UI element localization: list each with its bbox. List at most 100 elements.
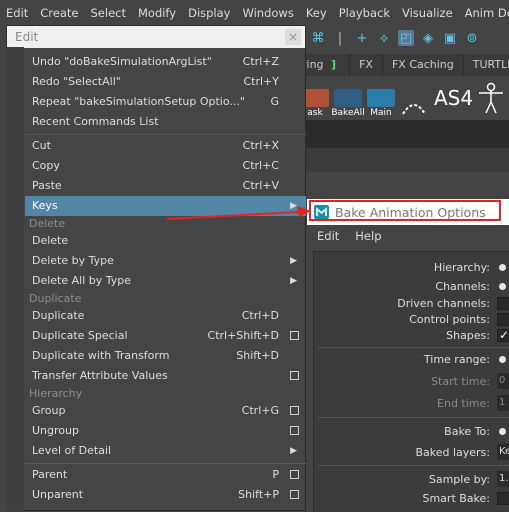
snap-curve-icon[interactable]: ⟡ (376, 30, 392, 46)
submenu-arrow-icon: ▶ (290, 446, 297, 456)
snap-view-icon[interactable]: ▣ (442, 30, 458, 46)
edit-menu-titlebar[interactable]: Edit × (7, 26, 305, 48)
snap-divider-icon: | (337, 30, 343, 46)
menu-item-duplicate-special[interactable]: Duplicate Special Ctrl+Shift+D (25, 326, 306, 346)
viewport-header (300, 148, 509, 172)
snap-plus-icon[interactable]: + (354, 30, 370, 46)
menu-item-recent-commands[interactable]: Recent Commands List (25, 112, 306, 132)
shapes-checkbox[interactable] (497, 327, 509, 343)
menu-display[interactable]: Display (184, 6, 234, 20)
driven-channels-checkbox[interactable] (497, 297, 509, 310)
bake-to-row: Bake To: (314, 424, 509, 440)
status-toolbar: ⌘ | + ⟡ ◰ ◈ ▣ ⊚ (300, 25, 509, 51)
menu-item-delete-all-by-type[interactable]: Delete All by Type ▶ (25, 271, 306, 291)
menu-item-copy[interactable]: Copy Ctrl+C (25, 156, 306, 176)
bake-animation-options-window: Bake Animation Options Edit Help Hierarc… (307, 199, 509, 512)
control-points-checkbox[interactable] (497, 313, 509, 326)
section-hierarchy: Hierarchy (29, 387, 83, 400)
edit-menu-title: Edit (15, 30, 39, 44)
bake-window-title: Bake Animation Options (335, 204, 486, 220)
option-box-icon[interactable] (290, 406, 299, 415)
menu-item-parent[interactable]: Parent P (25, 465, 306, 485)
menu-item-duplicate[interactable]: Duplicate Ctrl+D (25, 306, 306, 326)
main-menubar: Edit Create Select Modify Display Window… (0, 0, 509, 25)
panel-divider (318, 417, 509, 418)
time-range-radio[interactable] (499, 356, 506, 363)
panel-divider (318, 347, 509, 348)
menu-item-level-of-detail[interactable]: Level of Detail ▶ (25, 441, 306, 461)
option-box-icon[interactable] (290, 426, 299, 435)
snap-point-icon[interactable]: ◈ (420, 30, 436, 46)
control-points-row: Control points: (314, 312, 509, 328)
menu-divider (25, 463, 306, 464)
menu-visualize[interactable]: Visualize (398, 6, 457, 20)
submenu-arrow-icon: ▶ (290, 201, 297, 211)
shelf-tab-fx[interactable]: FX (350, 54, 383, 76)
menu-key[interactable]: Key (302, 6, 331, 20)
option-box-icon[interactable] (290, 470, 299, 479)
menu-item-paste[interactable]: Paste Ctrl+V (25, 176, 306, 196)
hierarchy-radio[interactable] (499, 264, 506, 271)
option-box-icon[interactable] (290, 331, 299, 340)
curve-arc-icon[interactable] (399, 86, 429, 118)
menu-divider (25, 134, 306, 135)
bake-to-radio[interactable] (499, 428, 506, 435)
sample-by-field[interactable]: 1.0 (497, 471, 509, 487)
menu-item-ungroup[interactable]: Ungroup (25, 421, 306, 441)
baked-layers-row: Baked layers: Ke (415, 444, 509, 460)
option-box-icon[interactable] (290, 371, 299, 380)
bake-options-panel: Hierarchy: Channels: Driven channels: Co… (313, 251, 509, 512)
menu-item-duplicate-with-transform[interactable]: Duplicate with Transform Shift+D (25, 346, 306, 366)
menu-item-group[interactable]: Group Ctrl+G (25, 401, 306, 421)
magnet-icon[interactable]: ⌘ (310, 30, 326, 46)
option-box-icon[interactable] (290, 490, 299, 499)
menu-icon-gutter (6, 47, 24, 511)
menu-item-repeat[interactable]: Repeat "bakeSimulationSetup Optio..." G (25, 92, 306, 112)
maya-logo-icon (314, 205, 329, 219)
start-time-field[interactable]: 0 (497, 373, 509, 389)
shelf-button-main[interactable]: Main (366, 86, 396, 118)
bake-window-titlebar[interactable]: Bake Animation Options (307, 199, 509, 225)
tpose-figure-icon[interactable] (477, 82, 505, 114)
end-time-row: End time: 1 (314, 395, 509, 412)
menu-item-delete-by-type[interactable]: Delete by Type ▶ (25, 251, 306, 271)
smart-bake-checkbox[interactable] (497, 492, 509, 505)
menu-item-cut[interactable]: Cut Ctrl+X (25, 136, 306, 156)
shelf-tab-turtle[interactable]: TURTLE (464, 54, 509, 76)
menu-modify[interactable]: Modify (134, 6, 180, 20)
close-icon[interactable]: × (285, 29, 301, 45)
smart-bake-row: Smart Bake: (314, 491, 509, 507)
time-range-row: Time range: (314, 352, 509, 368)
driven-channels-row: Driven channels: (314, 296, 509, 312)
channels-radio[interactable] (499, 283, 506, 290)
time-slider-area (300, 120, 509, 148)
menu-item-undo[interactable]: Undo "doBakeSimulationArgList" Ctrl+Z (25, 52, 306, 72)
menu-playback[interactable]: Playback (335, 6, 394, 20)
shelf-tab-rigging[interactable]: ring ] (300, 54, 351, 76)
bake-menu-edit[interactable]: Edit (317, 229, 339, 243)
shelf-tab-fx-caching[interactable]: FX Caching (383, 54, 464, 76)
hierarchy-row: Hierarchy: (314, 260, 509, 276)
section-duplicate: Duplicate (29, 292, 82, 305)
menu-select[interactable]: Select (87, 6, 130, 20)
menu-item-unparent[interactable]: Unparent Shift+P (25, 485, 306, 505)
menu-item-keys[interactable]: Keys ▶ (25, 196, 306, 216)
end-time-field[interactable]: 1 (497, 395, 509, 411)
menu-item-redo[interactable]: Redo "SelectAll" Ctrl+Y (25, 72, 306, 92)
start-time-row: Start time: 0 (314, 373, 509, 390)
bake-menu-help[interactable]: Help (355, 229, 381, 243)
snap-live-icon[interactable]: ⊚ (464, 30, 480, 46)
menu-windows[interactable]: Windows (238, 6, 297, 20)
shelf-button-bakeall[interactable]: BakeAll (331, 86, 365, 118)
shelf-buttons: ask BakeAll Main AS4 (300, 78, 509, 118)
baked-layers-dropdown[interactable]: Ke (497, 444, 509, 460)
menu-create[interactable]: Create (36, 6, 82, 20)
menu-item-delete[interactable]: Delete (25, 231, 306, 251)
snap-active-icon[interactable]: ◰ (398, 30, 414, 46)
submenu-arrow-icon: ▶ (290, 276, 297, 286)
section-delete: Delete (29, 217, 66, 230)
menu-anim-deform[interactable]: Anim Defo (461, 6, 509, 20)
menu-edit[interactable]: Edit (0, 6, 32, 20)
menu-item-transfer-attribute-values[interactable]: Transfer Attribute Values (25, 366, 306, 386)
as4-logo[interactable]: AS4 (434, 86, 473, 110)
